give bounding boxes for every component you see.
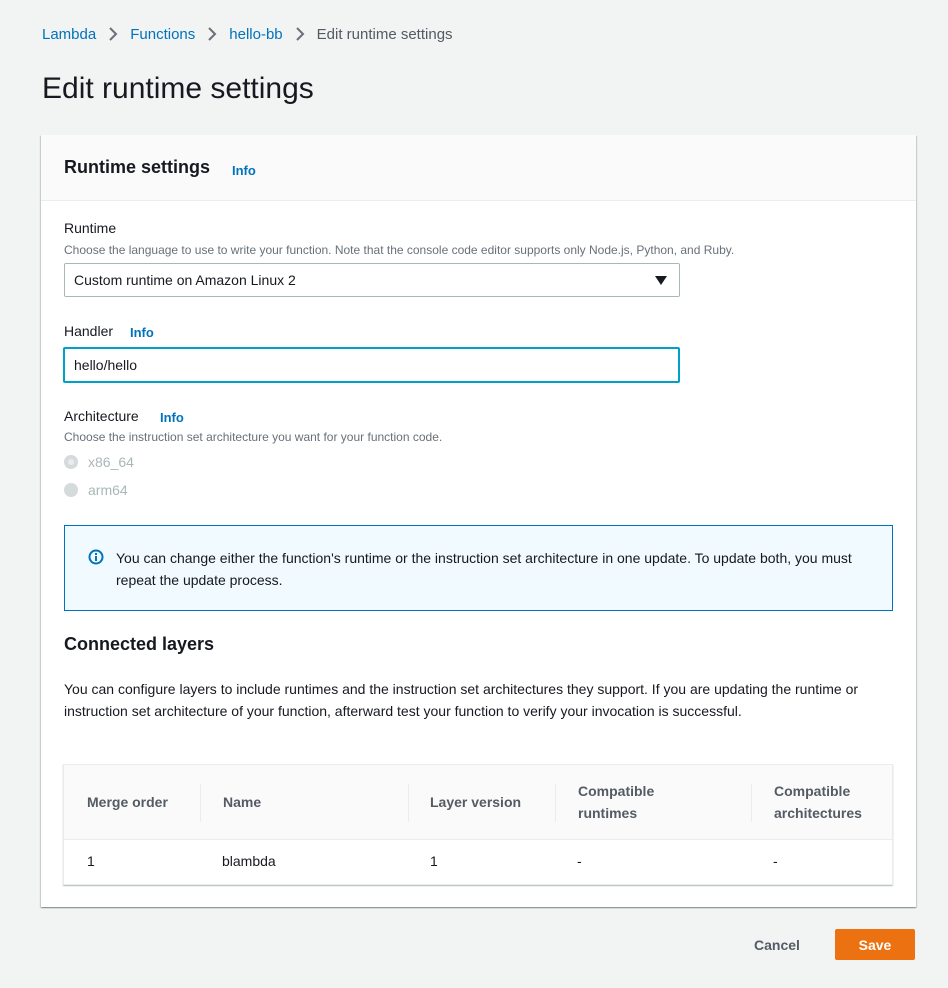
- breadcrumb-current: Edit runtime settings: [316, 25, 453, 43]
- info-alert: You can change either the function's run…: [64, 525, 893, 611]
- architecture-description: Choose the instruction set architecture …: [64, 430, 443, 444]
- panel-title: Runtime settings: [64, 157, 211, 177]
- column-divider: [200, 784, 201, 822]
- breadcrumb-functions[interactable]: Functions: [130, 26, 195, 43]
- column-header-compatible-runtimes[interactable]: Compatible runtimes: [578, 780, 698, 824]
- info-circle-icon: [88, 549, 104, 570]
- page-title: Edit runtime settings: [42, 72, 314, 105]
- architecture-option-label: x86_64: [88, 454, 134, 470]
- column-header-merge-order[interactable]: Merge order: [87, 791, 168, 813]
- architecture-option-arm64[interactable]: arm64: [64, 482, 128, 498]
- architecture-label: Architecture: [64, 408, 139, 424]
- cell-compatible-architectures: -: [773, 853, 778, 869]
- chevron-right-icon: [96, 24, 130, 44]
- column-divider: [408, 784, 409, 822]
- breadcrumb-function-name[interactable]: hello-bb: [229, 26, 282, 43]
- breadcrumb-lambda[interactable]: Lambda: [42, 26, 96, 43]
- runtime-select[interactable]: Custom runtime on Amazon Linux 2: [64, 263, 680, 297]
- caret-down-icon: [655, 276, 667, 285]
- architecture-option-label: arm64: [88, 482, 128, 498]
- column-header-compatible-architectures[interactable]: Compatible architectures: [774, 780, 884, 824]
- chevron-right-icon: [195, 24, 229, 44]
- panel-header: Runtime settings Info: [41, 135, 916, 201]
- connected-layers-title: Connected layers: [64, 634, 215, 654]
- handler-info-link[interactable]: Info: [130, 325, 154, 340]
- architecture-info-link[interactable]: Info: [160, 410, 184, 425]
- runtime-settings-panel: Runtime settings Info Runtime Choose the…: [41, 135, 916, 907]
- runtime-description: Choose the language to use to write your…: [64, 243, 735, 257]
- runtime-selected-value: Custom runtime on Amazon Linux 2: [74, 272, 296, 288]
- handler-label: Handler: [64, 323, 114, 339]
- save-button[interactable]: Save: [835, 929, 915, 960]
- architecture-option-x86[interactable]: x86_64: [64, 454, 134, 470]
- alert-message: You can change either the function's run…: [116, 550, 852, 588]
- runtime-label: Runtime: [64, 220, 117, 236]
- cell-merge-order: 1: [87, 853, 95, 869]
- column-divider: [555, 784, 556, 822]
- cell-compatible-runtimes: -: [577, 853, 582, 869]
- column-divider: [751, 784, 752, 822]
- cancel-button[interactable]: Cancel: [737, 929, 817, 960]
- radio-button[interactable]: [64, 455, 78, 469]
- cell-layer-version: 1: [430, 853, 438, 869]
- cell-layer-name: blambda: [222, 853, 276, 869]
- column-header-name[interactable]: Name: [223, 791, 261, 813]
- runtime-settings-info-link[interactable]: Info: [232, 163, 256, 178]
- layers-table: Merge order Name Layer version Compatibl…: [63, 764, 893, 885]
- handler-input[interactable]: [63, 347, 680, 383]
- table-header: Merge order Name Layer version Compatibl…: [64, 765, 892, 840]
- chevron-right-icon: [283, 24, 317, 44]
- radio-button[interactable]: [64, 483, 78, 497]
- breadcrumb: Lambda Functions hello-bb Edit runtime s…: [42, 24, 453, 44]
- connected-layers-description: You can configure layers to include runt…: [64, 681, 859, 719]
- column-header-layer-version[interactable]: Layer version: [430, 791, 521, 813]
